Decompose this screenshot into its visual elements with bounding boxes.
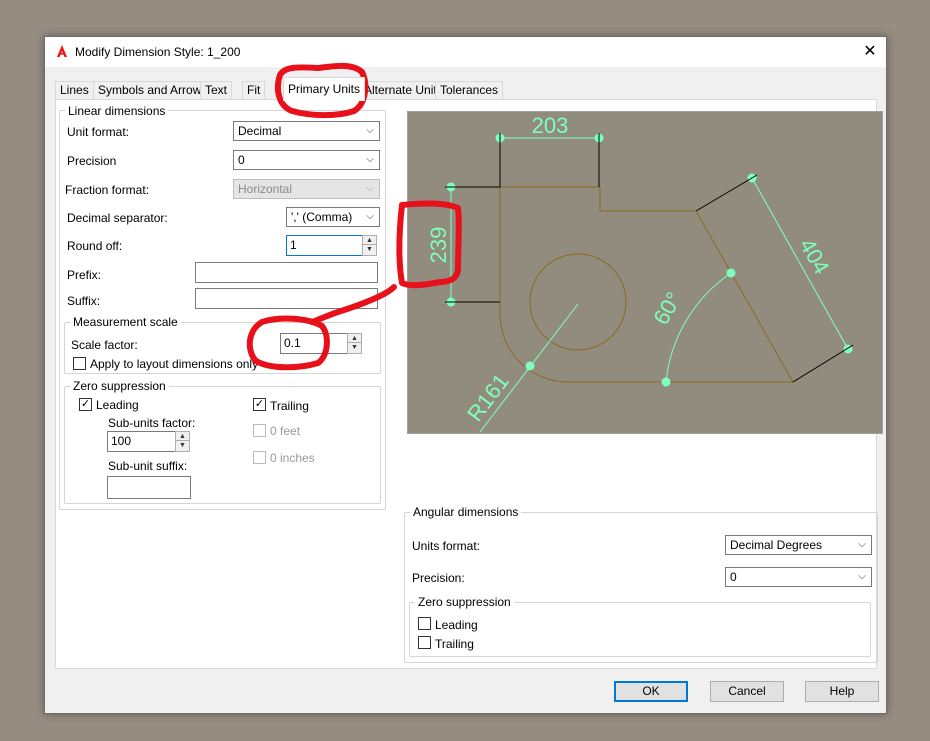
tab-text[interactable]: Text [200, 81, 233, 100]
tab-lines[interactable]: Lines [55, 81, 94, 100]
zero-feet-label: 0 feet [270, 424, 301, 438]
apply-layout-checkbox[interactable] [73, 357, 86, 370]
dim-239-text: 239 [426, 227, 451, 264]
zero-suppression-label: Zero suppression [70, 379, 169, 393]
precision-value: 0 [238, 153, 245, 167]
ok-button[interactable]: OK [614, 681, 688, 702]
angular-dimensions-label: Angular dimensions [410, 505, 522, 519]
angular-precision-select[interactable]: 0 ⌵ [725, 567, 872, 587]
help-button[interactable]: Help [805, 681, 879, 702]
fraction-format-select: Horizontal ⌵ [233, 179, 380, 199]
spin-down-icon[interactable]: ▼ [176, 441, 189, 450]
round-off-label: Round off: [67, 239, 123, 253]
window-title: Modify Dimension Style: 1_200 [75, 45, 241, 59]
angular-trailing-checkbox[interactable] [418, 636, 431, 649]
tab-tolerances[interactable]: Tolerances [435, 81, 504, 100]
angular-precision-value: 0 [730, 570, 737, 584]
units-format-label: Units format: [412, 539, 481, 553]
prefix-input[interactable] [195, 262, 378, 283]
chevron-down-icon: ⌵ [366, 125, 374, 136]
tab-symbols-and-arrows[interactable]: Symbols and Arrows [93, 81, 213, 100]
sub-units-factor-spinner[interactable]: ▲ ▼ [175, 431, 190, 452]
dimension-preview: 203 239 404 60° R161 [407, 111, 883, 434]
chevron-down-icon: ⌵ [366, 183, 374, 194]
decimal-separator-select[interactable]: ',' (Comma) ⌵ [286, 207, 380, 227]
trailing-label: Trailing [270, 399, 309, 413]
fraction-format-value: Horizontal [238, 182, 293, 196]
leading-label: Leading [96, 398, 139, 412]
spin-down-icon[interactable]: ▼ [363, 245, 376, 254]
angular-leading-label: Leading [435, 618, 478, 632]
dim-404-text: 404 [794, 234, 834, 278]
scale-factor-spinner[interactable]: ▲ ▼ [347, 333, 362, 354]
chevron-down-icon: ⌵ [858, 571, 866, 582]
angular-leading-checkbox[interactable] [418, 617, 431, 630]
angular-trailing-label: Trailing [435, 637, 474, 651]
zero-feet-checkbox [253, 424, 266, 437]
chevron-down-icon: ⌵ [366, 154, 374, 165]
tab-page-primary-units: Linear dimensions Unit format: Decimal ⌵… [55, 99, 883, 669]
unit-format-label: Unit format: [67, 125, 130, 139]
unit-format-value: Decimal [238, 124, 282, 138]
apply-layout-label: Apply to layout dimensions only [90, 357, 259, 371]
dim-203-text: 203 [532, 113, 569, 138]
measurement-scale-label: Measurement scale [70, 315, 181, 329]
units-format-select[interactable]: Decimal Degrees ⌵ [725, 535, 872, 555]
sub-units-factor-input[interactable]: 100 [107, 431, 176, 452]
dim-60-text: 60° [648, 288, 686, 329]
spin-up-icon[interactable]: ▲ [176, 432, 189, 441]
tab-fit[interactable]: Fit [242, 81, 266, 100]
round-off-input[interactable]: 1 [286, 235, 363, 256]
autocad-icon [57, 45, 67, 57]
decimal-separator-value: ',' (Comma) [291, 210, 353, 224]
round-off-spinner[interactable]: ▲ ▼ [362, 235, 377, 256]
precision-select[interactable]: 0 ⌵ [233, 150, 380, 170]
sub-unit-suffix-label: Sub-unit suffix: [108, 459, 188, 473]
preview-drawing: 203 239 404 60° R161 [426, 113, 854, 433]
spin-down-icon[interactable]: ▼ [348, 343, 361, 352]
tab-primary-units[interactable]: Primary Units [283, 77, 366, 101]
leading-checkbox[interactable]: ✓ [79, 398, 92, 411]
scale-factor-input[interactable]: 0.1 [280, 333, 348, 354]
title-bar: Modify Dimension Style: 1_200 ✕ [45, 37, 886, 67]
zero-inches-checkbox [253, 451, 266, 464]
angular-zero-suppression-group [409, 602, 871, 657]
sub-unit-suffix-input[interactable] [107, 476, 191, 499]
suffix-label: Suffix: [67, 294, 101, 308]
unit-format-select[interactable]: Decimal ⌵ [233, 121, 380, 141]
modify-dimension-style-dialog: Modify Dimension Style: 1_200 ✕ Lines Sy… [44, 36, 887, 714]
spin-up-icon[interactable]: ▲ [348, 334, 361, 343]
spin-up-icon[interactable]: ▲ [363, 236, 376, 245]
sub-units-factor-label: Sub-units factor: [108, 416, 196, 430]
decimal-separator-label: Decimal separator: [67, 211, 168, 225]
cancel-button[interactable]: Cancel [710, 681, 784, 702]
fraction-format-label: Fraction format: [65, 183, 150, 197]
linear-dimensions-label: Linear dimensions [65, 104, 169, 118]
trailing-checkbox[interactable]: ✓ [253, 398, 266, 411]
chevron-down-icon: ⌵ [858, 539, 866, 550]
precision-label: Precision [67, 154, 117, 168]
suffix-input[interactable] [195, 288, 378, 309]
close-icon[interactable]: ✕ [859, 42, 881, 62]
angular-zero-suppression-label: Zero suppression [415, 595, 514, 609]
chevron-down-icon: ⌵ [366, 211, 374, 222]
units-format-value: Decimal Degrees [730, 538, 823, 552]
prefix-label: Prefix: [67, 268, 102, 282]
zero-inches-label: 0 inches [270, 451, 315, 465]
scale-factor-label: Scale factor: [71, 338, 138, 352]
angular-precision-label: Precision: [412, 571, 465, 585]
